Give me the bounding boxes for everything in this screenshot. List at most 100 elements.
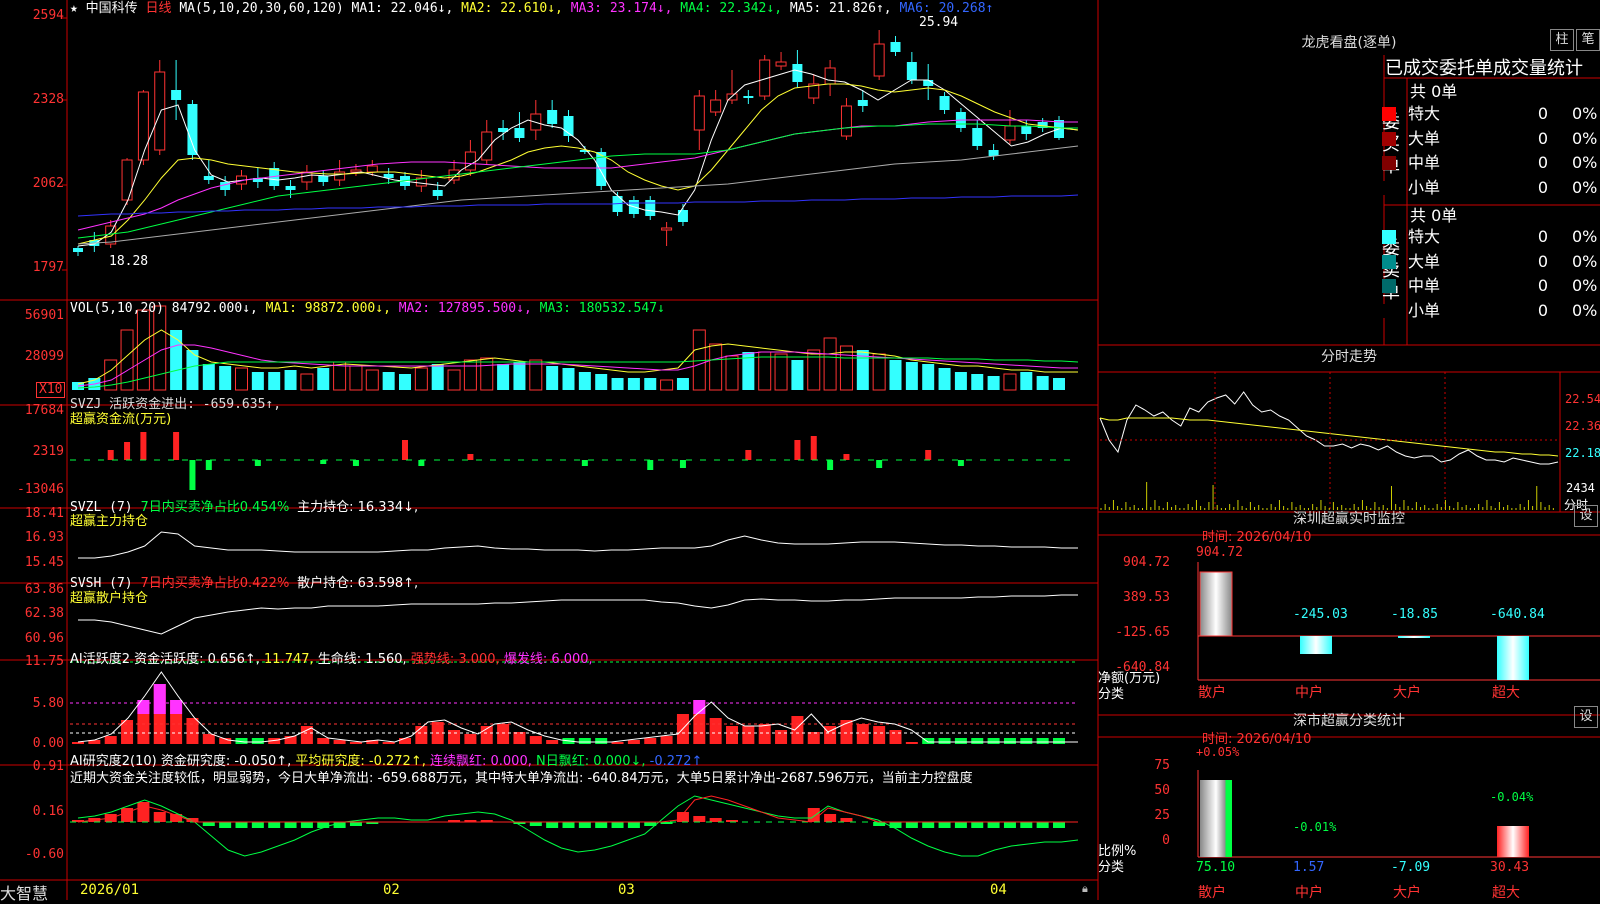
volume-bar <box>971 374 984 390</box>
vol-ma1: MA1: 98872.000↓, <box>265 301 391 316</box>
candle-body <box>366 165 378 173</box>
sz-title: 深圳超赢实时监控 <box>1293 511 1405 527</box>
volume-bar <box>300 373 314 391</box>
activity-bar <box>1020 738 1033 744</box>
volume-bar <box>399 374 411 390</box>
sell-row-value: 0 <box>1537 276 1548 295</box>
volume-bar <box>317 368 330 390</box>
volume-bar <box>349 365 363 391</box>
sz-bar-value: -18.85 <box>1391 607 1438 622</box>
svzl-position: 主力持仓: 16.334↓, <box>297 500 419 515</box>
cls-unit-class: 分类 <box>1098 860 1125 875</box>
vol-axis-2: 28099 <box>24 349 64 364</box>
svsh-axis-3: 60.96 <box>24 631 64 646</box>
candle-body <box>154 71 166 151</box>
candle-body <box>73 248 83 252</box>
fund-flow-bar <box>140 432 147 460</box>
fund-flow-bars <box>107 432 964 490</box>
sz-category-label: 散户 <box>1198 685 1226 701</box>
aires-last: -0.272↑ <box>649 754 703 769</box>
ma4-value: MA4: 22.342↓, <box>680 1 783 16</box>
fund-flow-bar <box>107 450 114 460</box>
svzj-header: SVZJ 活跃资金进出: -659.635↑, <box>70 397 282 412</box>
cls-category-label: 超大 <box>1492 885 1520 901</box>
activity-bar <box>382 742 395 744</box>
fund-flow-bar <box>679 460 686 468</box>
buy-row-name: 大单 <box>1408 128 1441 148</box>
activity-bar <box>644 738 657 744</box>
research-bar <box>611 822 624 828</box>
ma4-line <box>77 123 1078 239</box>
research-bar <box>529 822 542 826</box>
sz-category-label: 超大 <box>1492 685 1520 701</box>
sz-bar-value: 904.72 <box>1196 545 1243 560</box>
volume-bar <box>365 369 379 391</box>
buy-row-value: 0 <box>1537 177 1548 197</box>
main-chart-panel[interactable]: ★ 中国科传 日线 MA(5,10,20,30,60,120) MA1: 22.… <box>0 0 1600 903</box>
volume-bar <box>513 362 526 390</box>
activity-bar <box>611 742 624 744</box>
candle-body <box>890 42 901 52</box>
stock-name[interactable]: 中国科传 <box>86 1 138 16</box>
sz-settings-button[interactable]: 设 <box>1574 505 1598 527</box>
sell-swatch-2 <box>1382 279 1396 293</box>
candle-body <box>318 176 329 182</box>
tab-title[interactable]: 已成交委托单成交量统计 <box>1385 54 1583 80</box>
candle-body <box>171 90 182 100</box>
vol-ma3: MA3: 180532.547↓ <box>539 301 665 316</box>
volume-bar <box>676 378 689 390</box>
volume-bar <box>382 372 395 390</box>
candle-body <box>547 110 558 124</box>
ai2-title: AI活跃度2 资金活跃度: 0.656↑, <box>70 652 260 667</box>
ma6-value: MA6: 20.268↑ <box>899 1 994 16</box>
candle-body <box>840 105 852 137</box>
candle-body <box>792 64 803 82</box>
ma6-line <box>77 194 1079 217</box>
star-icon: ★ <box>70 1 78 16</box>
svsh-axis-1: 63.86 <box>24 582 64 597</box>
candle-body <box>677 210 688 222</box>
fund-flow-bar <box>810 436 817 460</box>
cls-axis-4: 0 <box>1162 833 1170 848</box>
pen-button[interactable]: 笔 <box>1576 29 1600 51</box>
candle-body <box>661 227 673 231</box>
research-bar <box>317 822 330 828</box>
cls-bar-bottom-value: -7.09 <box>1391 860 1431 875</box>
fund-flow-bar <box>320 460 327 464</box>
minute-title: 分时走势 <box>1321 349 1377 365</box>
research-bar <box>905 822 918 828</box>
candle-body <box>203 176 214 180</box>
volume-bar <box>1036 376 1049 390</box>
volume-bar <box>463 359 477 391</box>
fund-flow-bar <box>205 460 212 470</box>
lock-icon[interactable]: 🔒︎ <box>1082 882 1088 896</box>
period-label[interactable]: 日线 <box>146 1 172 16</box>
research-bar <box>840 818 853 822</box>
bar-button[interactable]: 柱 <box>1550 29 1574 51</box>
fund-flow-bar <box>843 454 850 460</box>
buy-swatch-1 <box>1382 131 1396 146</box>
research-bar <box>546 822 559 828</box>
buy-row-name: 特大 <box>1408 104 1441 123</box>
aires-avg: 平均研究度: -0.272↑, <box>295 754 426 769</box>
activity-bar <box>464 734 477 744</box>
cls-bar-top-value: -0.04% <box>1490 790 1534 804</box>
research-bar <box>202 822 215 826</box>
ai2-lifeline: 生命线: 1.560, <box>317 652 407 667</box>
candle-body <box>693 95 705 131</box>
volume-bar <box>644 378 657 390</box>
right-panel: 龙虎看盘(逐单) 柱 笔 已成交委托单成交量统计 委买单 共 0单 特大00%大… <box>1098 0 1600 901</box>
activity-bar <box>333 740 346 744</box>
candle-body <box>187 104 198 155</box>
cls-bar-top-value: +0.05% <box>1196 745 1240 759</box>
volume-bar <box>987 376 1000 390</box>
sell-row-value: 0 <box>1537 300 1548 320</box>
candle-body <box>137 91 149 161</box>
vol-unit: X10 <box>36 382 66 398</box>
activity-bar <box>317 738 330 744</box>
cls-settings-button[interactable]: 设 <box>1574 706 1598 728</box>
candle-body <box>514 128 525 138</box>
research-bar <box>709 818 722 822</box>
candle-body <box>710 99 722 113</box>
candle-body <box>988 150 999 156</box>
